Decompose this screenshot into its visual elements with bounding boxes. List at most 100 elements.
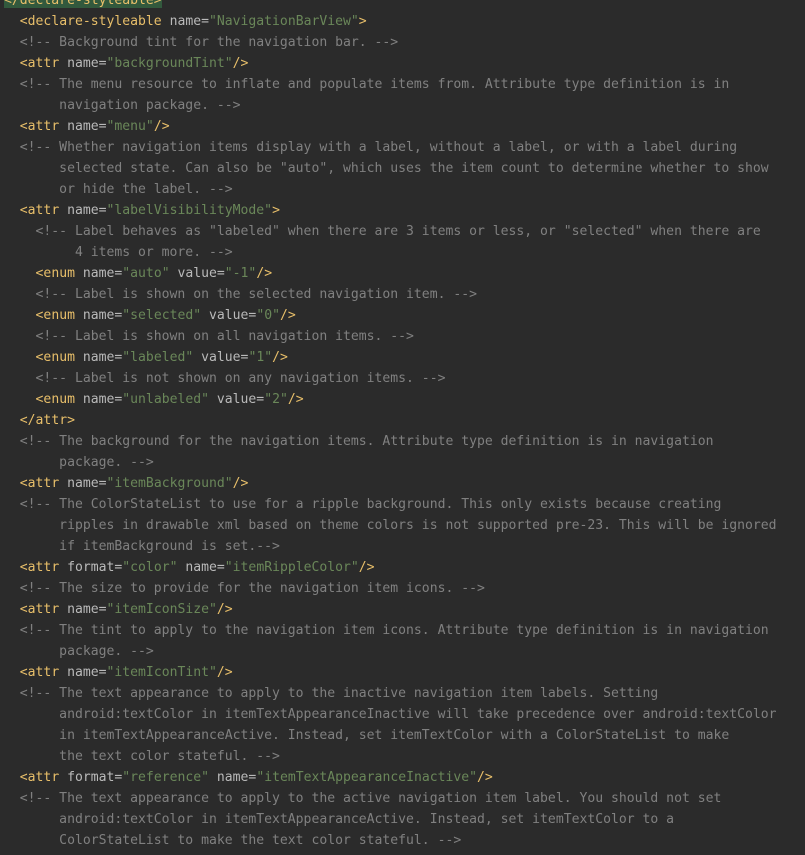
code-line[interactable]: <enum name="labeled" value="1"/> — [4, 347, 288, 368]
code-token-tag: /> — [477, 770, 493, 785]
code-token-comment: <!-- Label behaves as "labeled" when the… — [4, 224, 761, 239]
code-token-comment: ColorStateList to make the text color st… — [4, 833, 462, 848]
code-line[interactable]: <!-- The text appearance to apply to the… — [4, 683, 659, 704]
code-line[interactable]: <!-- The menu resource to inflate and po… — [4, 74, 729, 95]
code-token-attr: name= — [67, 56, 107, 71]
code-token-comment: <!-- The text appearance to apply to the… — [4, 791, 722, 806]
code-line[interactable]: <!-- Label is shown on all navigation it… — [4, 326, 414, 347]
code-line[interactable]: <declare-styleable name="NavigationBarVi… — [4, 11, 367, 32]
code-token-tag: <attr — [19, 119, 68, 134]
code-line[interactable]: navigation package. --> — [4, 95, 241, 116]
code-token-val: "itemBackground" — [106, 476, 233, 491]
code-token-tag: <enum — [35, 350, 83, 365]
code-line[interactable]: ColorStateList to make the text color st… — [4, 830, 461, 851]
code-line[interactable]: android:textColor in itemTextAppearanceA… — [4, 809, 674, 830]
code-line[interactable]: <attr name="labelVisibilityMode"> — [4, 200, 280, 221]
code-token-tag: /> — [232, 56, 249, 71]
code-token-tag: /> — [256, 266, 273, 281]
code-token-comment: <!-- The background for the navigation i… — [4, 434, 714, 449]
code-line[interactable]: <attr name="itemBackground"/> — [4, 473, 249, 494]
code-line[interactable]: <attr name="itemIconTint"/> — [4, 662, 233, 683]
code-token-val: "2" — [264, 392, 288, 407]
code-token-attr: name= — [67, 119, 107, 134]
code-line[interactable]: 4 items or more. --> — [4, 242, 233, 263]
code-token-val: "itemIconTint" — [106, 665, 217, 680]
code-token-val: "labeled" — [122, 350, 202, 365]
code-line[interactable]: <!-- Background tint for the navigation … — [4, 32, 398, 53]
code-line[interactable]: <!-- The background for the navigation i… — [4, 431, 714, 452]
code-token-val: "reference" — [122, 770, 217, 785]
code-line[interactable]: <attr name="itemIconSize"/> — [4, 599, 233, 620]
code-token-comment: selected state. Can also be "auto", whic… — [4, 161, 769, 176]
code-line[interactable]: <!-- Label behaves as "labeled" when the… — [4, 221, 761, 242]
code-editor[interactable]: </declare-styleable> <declare-styleable … — [0, 0, 805, 855]
code-line[interactable]: </attr> — [4, 410, 75, 431]
code-token-val: "itemRippleColor" — [224, 560, 359, 575]
code-line[interactable]: package. --> — [4, 641, 154, 662]
code-line[interactable]: <!-- The size to provide for the navigat… — [4, 578, 485, 599]
code-line[interactable]: or hide the label. --> — [4, 179, 233, 200]
code-token-tag: > — [358, 14, 367, 29]
code-token-comment: <!-- Whether navigation items display wi… — [4, 140, 738, 155]
code-token-tag: /> — [279, 308, 296, 323]
code-line[interactable]: <enum name="selected" value="0"/> — [4, 305, 296, 326]
code-token-attr: name= — [67, 203, 107, 218]
code-token-tag: > — [272, 203, 280, 218]
code-line[interactable]: <enum name="auto" value="-1"/> — [4, 263, 273, 284]
code-token-val: "-1" — [224, 266, 257, 281]
code-line[interactable]: <attr format="color" name="itemRippleCol… — [4, 557, 375, 578]
code-token-tag: <attr — [19, 602, 68, 617]
code-line[interactable]: if itemBackground is set.--> — [4, 536, 280, 557]
code-token-tag: /> — [232, 476, 249, 491]
code-token-comment: navigation package. --> — [4, 98, 241, 113]
code-token-comment: <!-- Background tint for the navigation … — [4, 35, 399, 50]
code-line[interactable]: <attr name="menu"/> — [4, 116, 170, 137]
code-token-val: "auto" — [122, 266, 178, 281]
code-line[interactable]: package. --> — [4, 452, 154, 473]
code-line[interactable]: <!-- Label is not shown on any navigatio… — [4, 368, 446, 389]
code-token-attr: format= — [67, 770, 123, 785]
code-line[interactable]: ripples in drawable xml based on theme c… — [4, 515, 777, 536]
code-token-attr: name= — [82, 266, 123, 281]
code-token-comment: <!-- The text appearance to apply to the… — [4, 686, 659, 701]
code-line[interactable]: <!-- Whether navigation items display wi… — [4, 137, 737, 158]
code-token-attr: name= — [67, 602, 107, 617]
code-token-comment: or hide the label. --> — [4, 182, 233, 197]
code-token-val: "backgroundTint" — [106, 56, 233, 71]
code-line[interactable]: </declare-styleable> — [4, 0, 162, 11]
code-token-attr: name= — [82, 392, 123, 407]
code-line[interactable]: <!-- Label is shown on the selected navi… — [4, 284, 477, 305]
code-line[interactable]: the text color stateful. --> — [4, 746, 280, 767]
code-line[interactable]: android:textColor in itemTextAppearanceI… — [4, 704, 776, 725]
code-line[interactable]: <attr name="backgroundTint"/> — [4, 53, 249, 74]
code-line[interactable]: selected state. Can also be "auto", whic… — [4, 158, 769, 179]
code-line[interactable]: <enum name="unlabeled" value="2"/> — [4, 389, 304, 410]
code-token-tag: /> — [272, 350, 288, 365]
code-line[interactable]: <!-- The tint to apply to the navigation… — [4, 620, 769, 641]
code-line[interactable]: <!-- The text appearance to apply to the… — [4, 788, 722, 809]
code-token-val: "color" — [122, 560, 186, 575]
code-line[interactable]: <attr format="reference" name="itemTextA… — [4, 767, 493, 788]
code-token-comment: the text color stateful. --> — [4, 749, 280, 764]
code-token-val: "menu" — [106, 119, 154, 134]
code-token-comment: <!-- Label is shown on all navigation it… — [4, 329, 414, 344]
code-token-tag: <attr — [19, 665, 68, 680]
code-line[interactable]: in itemTextAppearanceActive. Instead, se… — [4, 725, 729, 746]
code-token-tag: </attr> — [19, 413, 75, 428]
code-token-val: "1" — [248, 350, 273, 365]
code-token-tag: <attr — [19, 56, 68, 71]
code-line[interactable]: <!-- The ColorStateList to use for a rip… — [4, 494, 722, 515]
code-token-val: "unlabeled" — [122, 392, 217, 407]
code-token-tag: /> — [153, 119, 170, 134]
code-token-comment: ripples in drawable xml based on theme c… — [4, 518, 777, 533]
code-token-tag: <enum — [35, 392, 83, 407]
